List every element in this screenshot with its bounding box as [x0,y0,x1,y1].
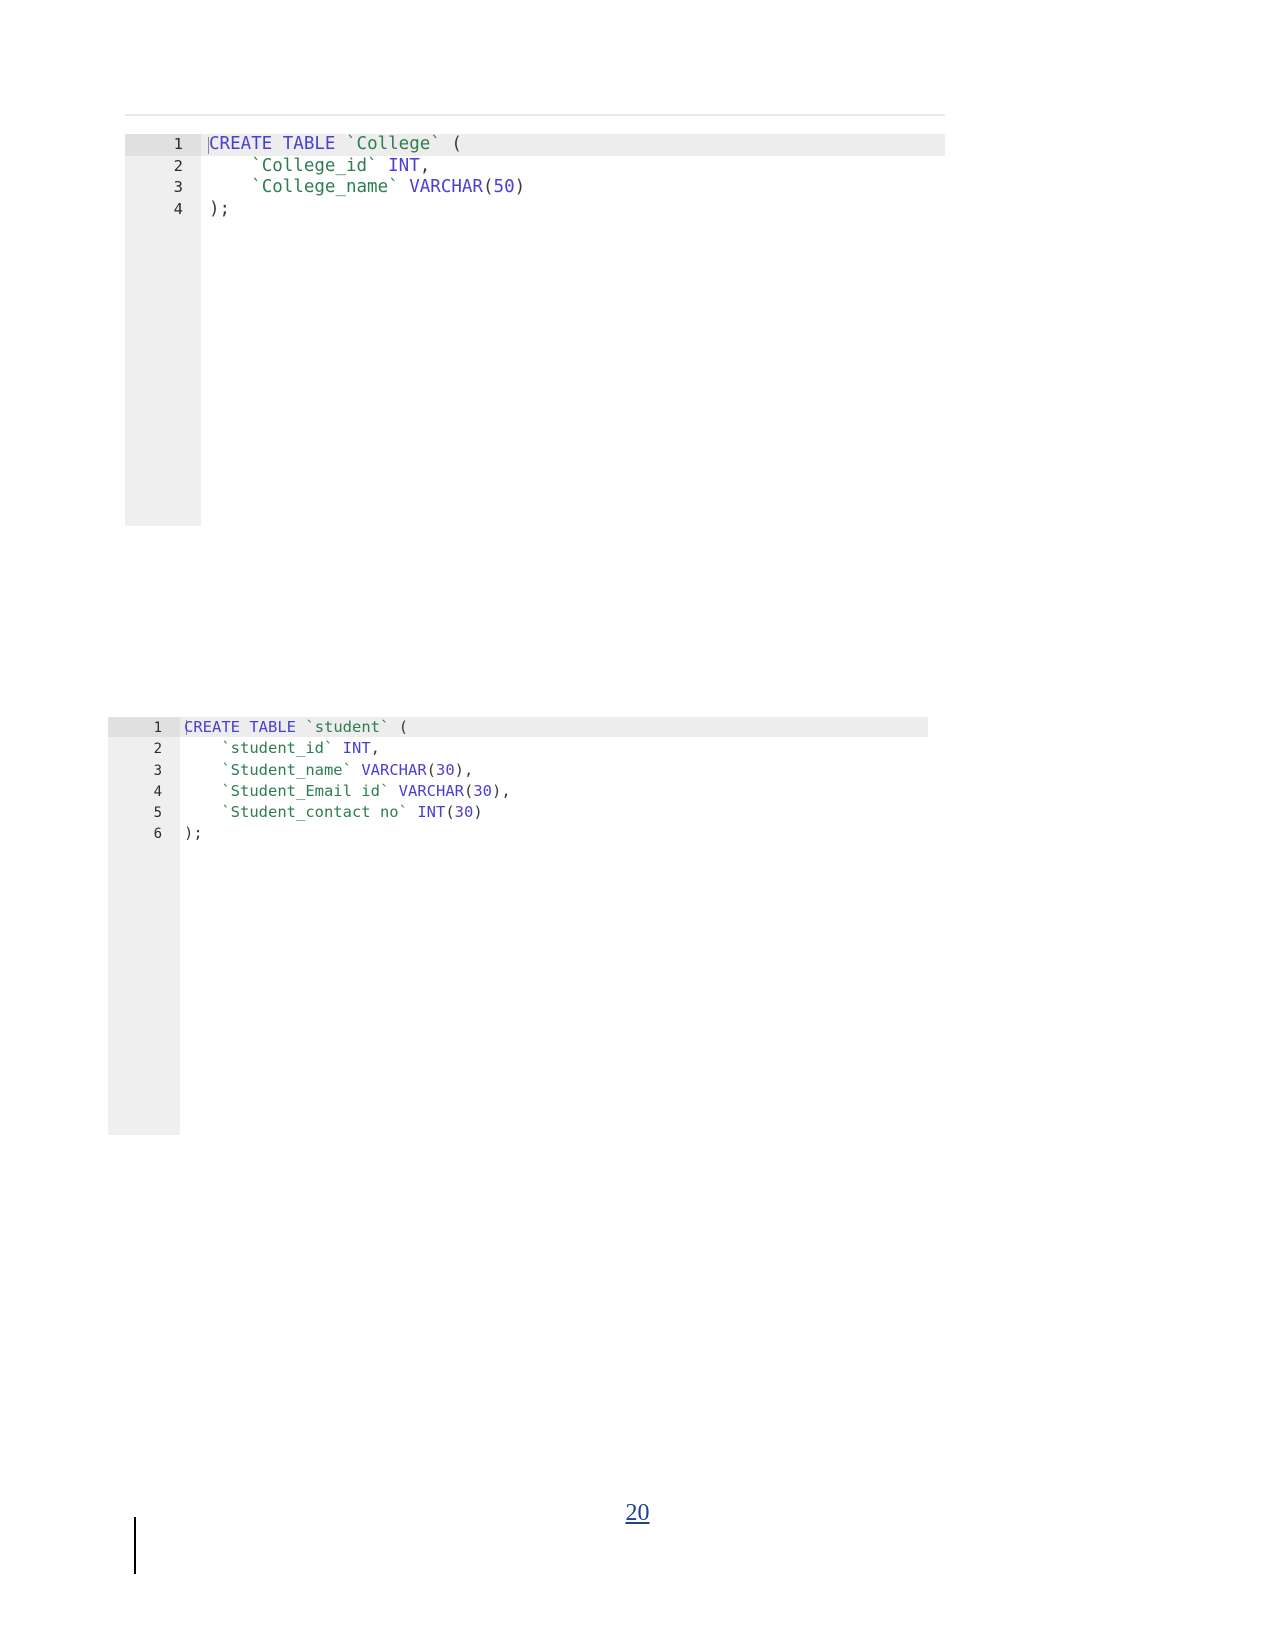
code-token-pun [184,761,221,779]
code-token-pun [209,177,251,197]
code-token-pun [184,739,221,757]
code-token-num: 30 [436,760,455,779]
code-token-pun [240,718,249,736]
code-token-pun: ( [463,781,474,800]
code-line[interactable]: 5 `Student_contact no` INT(30) [108,802,928,823]
code-token-pun [408,803,417,821]
code-token-id: `College` [346,134,441,154]
code-token-pun [389,782,398,800]
code-token-pun [184,803,221,821]
code-text: `College_name` VARCHAR(50) [201,177,945,199]
code-text: `College_id` INT, [201,156,945,178]
code-token-pun [184,782,221,800]
code-line[interactable]: 4); [125,199,945,221]
code-token-id: `College_name` [251,177,399,197]
code-token-num: 50 [493,177,515,197]
code-token-num: 30 [454,803,474,822]
code-token-type: VARCHAR [409,177,483,197]
code-line[interactable]: 4 `Student_Email id` VARCHAR(30), [108,781,928,802]
code-token-pun: , [419,155,431,176]
code-token-pun: ( [389,718,409,736]
line-number: 1 [173,135,183,153]
code-line[interactable]: 2 `student_id` INT, [108,738,928,759]
code-line[interactable]: 3 `Student_name` VARCHAR(30), [108,760,928,781]
line-number: 4 [173,199,183,218]
line-number: 1 [153,720,162,736]
code-line[interactable]: 3 `College_name` VARCHAR(50) [125,177,945,199]
code-token-pun: ) [473,803,483,822]
code-line[interactable]: 2 `College_id` INT, [125,156,945,178]
line-number: 3 [173,178,183,196]
code-token-pun: ( [440,134,462,154]
code-token-pun [352,761,361,779]
code-text: ); [201,199,945,221]
code-token-kw: CREATE [184,718,240,736]
code-token-pun [209,156,251,176]
code-text: `Student_contact no` INT(30) [178,802,928,822]
code-token-type: VARCHAR [398,781,464,800]
code-line[interactable]: 1 CREATE TABLE `student` ( [108,717,928,738]
line-number: 2 [173,156,183,175]
code-text: ); [178,823,928,843]
code-lines: 1 CREATE TABLE `College` (2 `College_id` … [125,134,945,220]
code-text: `student_id` INT, [178,738,928,758]
code-block-create-table-student[interactable]: 1 CREATE TABLE `student` (2 `student_id` … [108,717,928,1135]
code-token-pun [296,718,305,736]
code-token-pun [378,156,389,176]
code-token-id: `College_id` [251,155,378,176]
code-text: CREATE TABLE `student` ( [178,717,928,737]
code-token-pun: , [370,739,380,758]
code-token-pun: ); [209,198,231,219]
code-token-id: `student` [305,718,390,736]
code-token-pun: ); [184,824,203,843]
code-token-pun: ), [492,781,511,800]
code-token-id: `student_id` [221,739,334,758]
top-horizontal-rule [125,114,945,116]
code-lines: 1 CREATE TABLE `student` (2 `student_id` … [108,717,928,845]
code-line[interactable]: 1 CREATE TABLE `College` ( [125,134,945,156]
line-number: 5 [153,805,162,822]
code-token-pun [333,739,342,757]
code-token-type: INT [388,155,420,176]
code-token-pun [335,134,346,154]
line-number: 2 [153,741,162,758]
code-token-kw: TABLE [282,134,336,154]
page-number-value: 20 [625,1500,650,1526]
code-text: CREATE TABLE `College` ( [201,134,945,156]
code-token-type: INT [417,803,446,822]
code-token-pun: ( [426,760,436,779]
code-token-id: `Student_Email id` [221,781,390,800]
code-block-create-table-college[interactable]: 1 CREATE TABLE `College` (2 `College_id` … [125,134,945,526]
code-line[interactable]: 6); [108,823,928,844]
code-token-pun [272,134,283,154]
document-page: 1 CREATE TABLE `College` (2 `College_id` … [0,0,1275,1651]
page-number: 20 [0,1500,1275,1527]
code-text: `Student_name` VARCHAR(30), [178,760,928,780]
line-number: 3 [153,762,162,779]
code-token-pun: ), [454,760,474,779]
code-token-pun: ) [514,177,526,197]
line-number: 6 [153,826,162,843]
code-token-pun: ( [445,803,455,822]
line-number: 4 [153,783,162,800]
code-token-id: `Student_name` [221,760,352,779]
code-token-num: 30 [473,781,492,800]
code-token-type: INT [342,739,371,758]
code-token-pun [399,177,410,197]
code-token-type: VARCHAR [361,760,427,779]
code-token-id: `Student_contact no` [221,803,408,822]
code-token-pun: ( [482,177,494,197]
code-token-kw: TABLE [249,718,297,736]
code-text: `Student_Email id` VARCHAR(30), [178,781,928,801]
code-token-kw: CREATE [209,134,273,154]
